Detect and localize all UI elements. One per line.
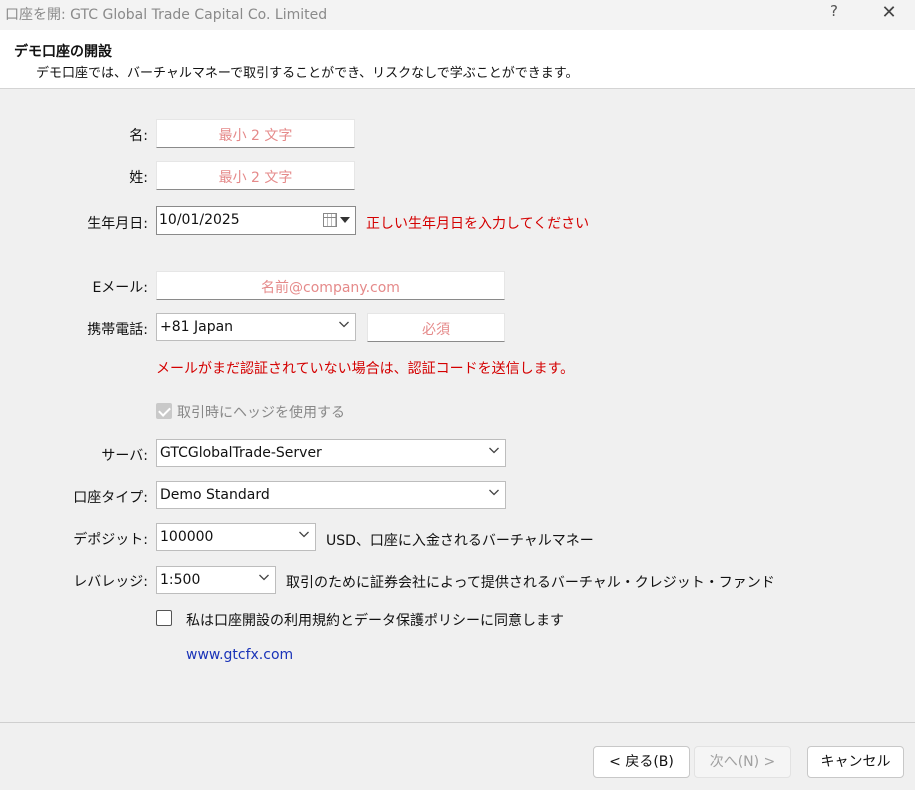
- first-name-placeholder: 最小 2 文字: [218, 128, 293, 144]
- chevron-down-icon: [259, 574, 269, 581]
- account-type-value: Demo Standard: [160, 487, 270, 503]
- server-select[interactable]: GTCGlobalTrade-Server: [156, 439, 506, 467]
- page-title: デモ口座の開設: [14, 44, 112, 60]
- deposit-select[interactable]: 100000: [156, 523, 316, 551]
- leverage-select[interactable]: 1:500: [156, 566, 276, 594]
- cancel-button[interactable]: キャンセル: [807, 746, 904, 778]
- back-button[interactable]: < 戻る(B): [593, 746, 690, 778]
- hedge-checkbox[interactable]: [156, 403, 172, 419]
- account-type-label: 口座タイプ:: [73, 490, 148, 506]
- leverage-value: 1:500: [160, 572, 201, 588]
- last-name-placeholder: 最小 2 文字: [218, 170, 293, 186]
- phone-number-placeholder: 必須: [422, 322, 450, 338]
- email-input[interactable]: 名前@company.com: [156, 271, 505, 300]
- first-name-label: 名:: [129, 128, 148, 144]
- agree-label: 私は口座開設の利用規約とデータ保護ポリシーに同意します: [186, 613, 564, 629]
- title-bar: 口座を開: GTC Global Trade Capital Co. Limit…: [0, 0, 915, 30]
- phone-country-value: +81 Japan: [160, 319, 234, 335]
- birthdate-value: 10/01/2025: [159, 212, 240, 228]
- next-button[interactable]: 次へ(N) >: [694, 746, 791, 778]
- footer-divider: [0, 722, 915, 723]
- chevron-down-icon: [489, 489, 499, 496]
- wizard-header: デモ口座の開設 デモ口座では、バーチャルマネーで取引することができ、リスクなしで…: [0, 30, 915, 89]
- phone-label: 携帯電話:: [87, 322, 148, 338]
- email-placeholder: 名前@company.com: [261, 280, 400, 296]
- help-button[interactable]: ?: [826, 2, 842, 20]
- page-subtitle: デモ口座では、バーチャルマネーで取引することができ、リスクなしで学ぶことができま…: [36, 66, 579, 81]
- phone-country-select[interactable]: +81 Japan: [156, 313, 356, 341]
- deposit-note: USD、口座に入金されるバーチャルマネー: [326, 533, 594, 549]
- last-name-input[interactable]: 最小 2 文字: [156, 161, 355, 190]
- birthdate-error: 正しい生年月日を入力してください: [366, 216, 590, 232]
- birthdate-label: 生年月日:: [87, 216, 148, 232]
- window-title: 口座を開: GTC Global Trade Capital Co. Limit…: [5, 7, 328, 23]
- first-name-input[interactable]: 最小 2 文字: [156, 119, 355, 148]
- server-value: GTCGlobalTrade-Server: [160, 445, 322, 461]
- verify-notice: メールがまだ認証されていない場合は、認証コードを送信します。: [156, 361, 575, 377]
- birthdate-picker[interactable]: 10/01/2025: [156, 206, 356, 235]
- chevron-down-icon: [339, 321, 349, 328]
- deposit-value: 100000: [160, 529, 214, 545]
- server-label: サーバ:: [101, 448, 148, 464]
- agree-checkbox[interactable]: [156, 610, 172, 626]
- dropdown-arrow-icon[interactable]: [340, 217, 350, 223]
- chevron-down-icon: [299, 531, 309, 538]
- chevron-down-icon: [489, 447, 499, 454]
- website-link[interactable]: www.gtcfx.com: [186, 647, 293, 663]
- account-type-select[interactable]: Demo Standard: [156, 481, 506, 509]
- email-label: Eメール:: [92, 280, 148, 296]
- calendar-icon[interactable]: [323, 213, 337, 227]
- leverage-label: レバレッジ:: [73, 574, 148, 590]
- hedge-label: 取引時にヘッジを使用する: [177, 405, 345, 421]
- last-name-label: 姓:: [129, 170, 148, 186]
- close-button[interactable]: ✕: [878, 2, 900, 23]
- deposit-label: デポジット:: [73, 532, 148, 548]
- leverage-note: 取引のために証券会社によって提供されるバーチャル・クレジット・ファンド: [286, 575, 775, 591]
- phone-number-input[interactable]: 必須: [367, 313, 505, 342]
